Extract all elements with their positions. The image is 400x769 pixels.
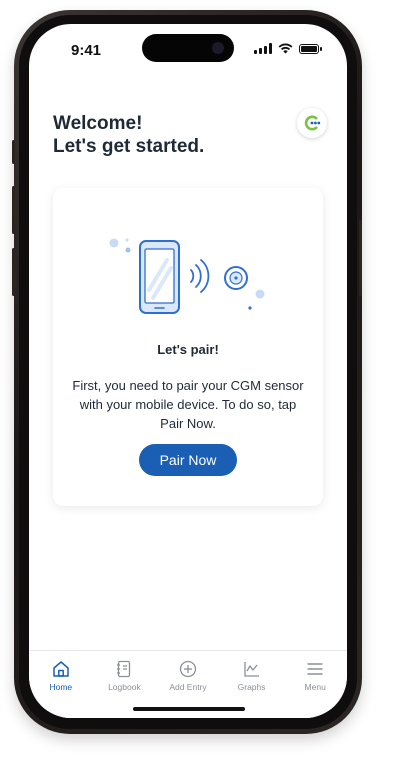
brand-profile-button[interactable] [297,108,327,138]
pair-card: Let's pair! First, you need to pair your… [53,188,323,506]
nav-label-logbook: Logbook [108,682,141,692]
welcome-line-1: Welcome! [53,113,143,134]
silent-switch [12,140,15,164]
nav-item-home[interactable]: Home [29,651,93,718]
nav-label-add-entry: Add Entry [169,682,207,692]
wireless-signal-icon [190,259,210,293]
add-entry-icon [179,660,197,678]
logbook-icon [117,660,131,678]
nav-label-home: Home [49,682,73,692]
graphs-icon [243,662,259,677]
volume-down-button [12,248,15,296]
wifi-icon [278,43,293,54]
front-camera [212,42,224,54]
nav-item-menu[interactable]: Menu [283,651,347,718]
welcome-heading: Welcome! Let's get started. [53,112,204,158]
status-icons [254,43,322,54]
welcome-line-2: Let's get started. [53,136,205,157]
battery-icon [299,43,322,54]
pair-now-button[interactable]: Pair Now [139,444,237,476]
decor-dot [125,238,129,242]
status-time: 9:41 [71,42,102,59]
dynamic-island [142,34,234,62]
pair-card-title: Let's pair! [157,342,219,357]
brand-logo-icon [304,115,321,131]
power-button [359,220,362,296]
cellular-signal-icon [254,43,272,54]
pairing-illustration [109,238,265,314]
decor-dot [255,289,265,299]
phone-icon [139,240,180,314]
decor-dot [125,247,131,253]
menu-icon [307,663,323,675]
volume-up-button [12,186,15,234]
home-indicator[interactable] [133,707,245,711]
nav-label-graphs: Graphs [237,682,266,692]
decor-dot [248,306,252,310]
app-screen: 9:41 Welcome! Let's get started. Let's p… [29,24,347,718]
home-icon [53,661,69,677]
cgm-sensor-icon [224,266,248,290]
nav-label-menu: Menu [304,682,326,692]
pair-card-description: First, you need to pair your CGM sensor … [72,378,304,431]
decor-dot [109,238,119,248]
